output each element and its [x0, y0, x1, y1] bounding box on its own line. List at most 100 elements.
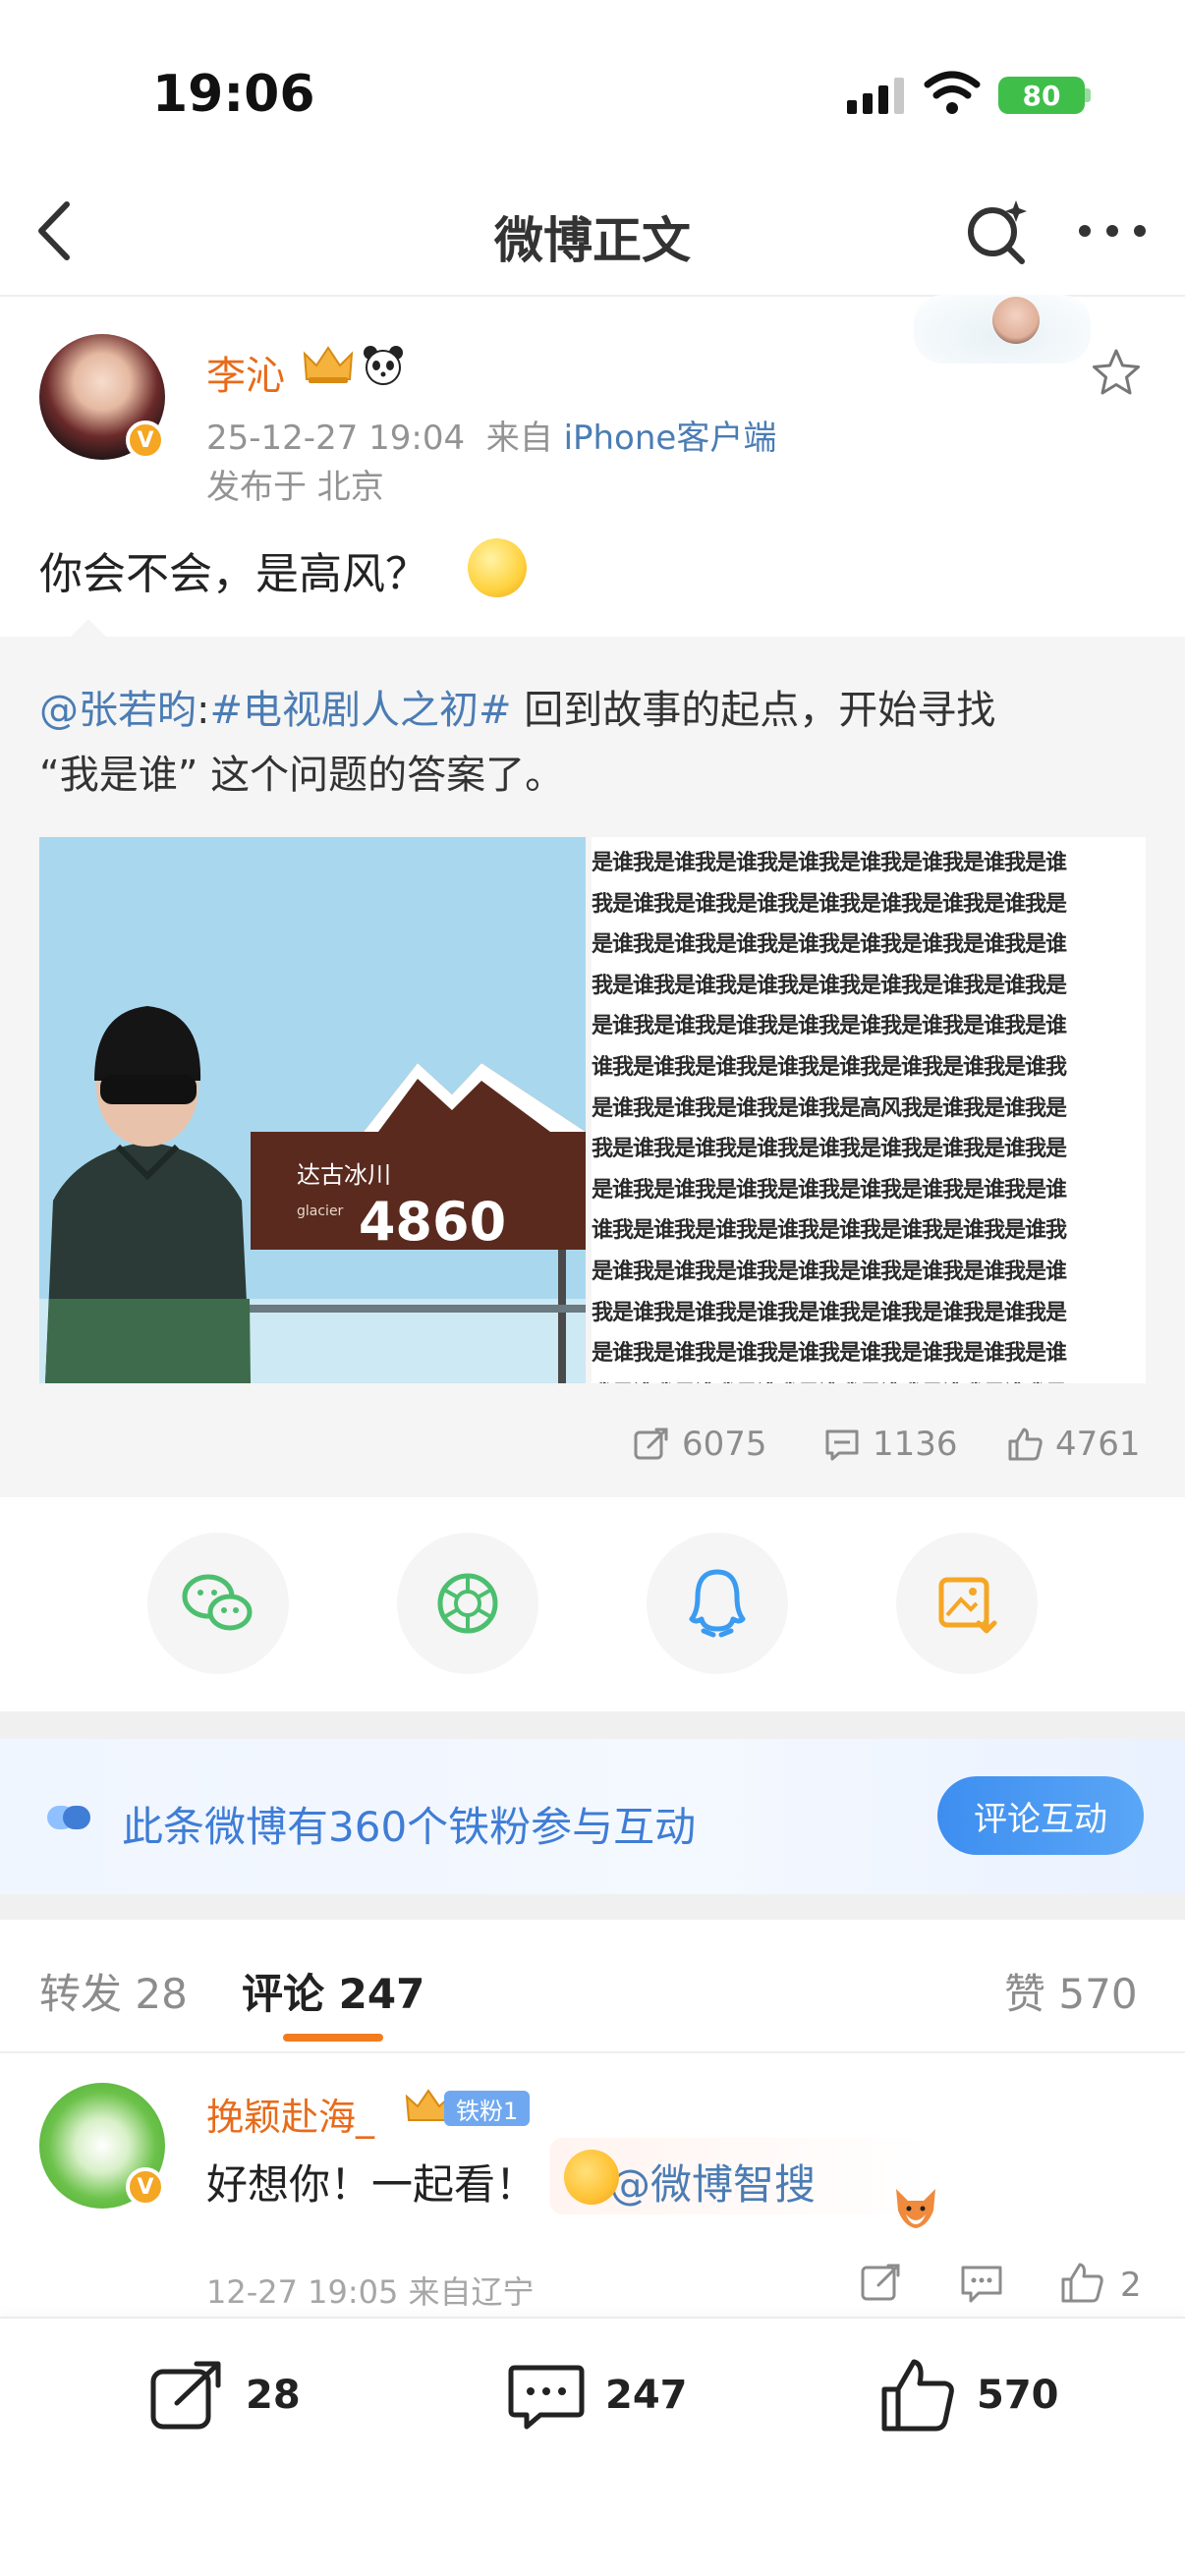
fans-banner-text: 此条微博有360个铁粉参与互动	[122, 1803, 697, 1851]
who-am-i-line: 是谁我是谁我是谁我是谁我是谁我是谁我是谁我是谁	[592, 1259, 1067, 1284]
sign-number: 4860	[359, 1191, 506, 1253]
comment-icon	[825, 1429, 859, 1461]
header-decoration-figure	[992, 297, 1040, 344]
who-am-i-line: 我是谁我是谁我是谁我是谁我是谁我是谁我是谁我是	[592, 1137, 1067, 1162]
bottom-comment-count: 247	[605, 2373, 688, 2418]
post-time: 25-12-27 19:04	[206, 419, 466, 458]
comment-body: 好想你！一起看！	[206, 2160, 537, 2209]
comment-reply-icon[interactable]	[959, 2260, 1004, 2305]
post-location: 发布于 北京	[206, 468, 384, 507]
bottom-like-button[interactable]: 570	[878, 2356, 1059, 2435]
signal-icon	[847, 78, 904, 114]
share-moments-button[interactable]	[397, 1533, 538, 1674]
post-source-prefix: 来自	[485, 419, 553, 458]
retweet-comment-count[interactable]: 1136	[823, 1425, 958, 1464]
save-image-button[interactable]	[896, 1533, 1038, 1674]
bottom-repost-button[interactable]: 28	[147, 2356, 301, 2435]
retweet-photo-1[interactable]: 达古冰川 glacier 4860	[39, 837, 586, 1383]
bottom-repost-count: 28	[246, 2373, 301, 2418]
retweet-topic[interactable]: #电视剧人之初#	[209, 688, 511, 733]
repost-icon	[634, 1428, 668, 1460]
post-source-link[interactable]: iPhone客户端	[564, 419, 777, 458]
bottom-comment-button[interactable]: 247	[507, 2356, 688, 2435]
post-meta: 25-12-27 19:04 来自 iPhone客户端	[206, 411, 776, 459]
crown-icon	[303, 346, 354, 383]
tab-comment-label: 评论	[242, 1970, 325, 2018]
who-am-i-line: 我是谁我是谁我是谁我是谁我是谁我是谁我是谁我是	[592, 891, 1067, 917]
comment-meta: 12-27 19:05 来自辽宁	[206, 2273, 535, 2311]
share-wechat-button[interactable]	[147, 1533, 289, 1674]
active-tab-indicator	[283, 2034, 383, 2042]
who-am-i-line: 我是谁我是谁我是谁我是谁我是谁我是谁我是谁我是	[592, 973, 1067, 998]
retweet-repost-count[interactable]: 6075	[633, 1425, 767, 1464]
bottom-comment-icon	[508, 2365, 585, 2430]
battery-tip	[1085, 88, 1091, 102]
comment-text: 好想你！一起看！ @微博智搜	[206, 2152, 816, 2212]
qq-icon	[689, 1569, 746, 1638]
bottom-like-icon	[881, 2359, 954, 2432]
who-am-i-line: 是谁我是谁我是谁我是谁我是谁我是谁我是谁我是谁	[592, 1341, 1067, 1367]
commenter-verified-badge-icon: V	[126, 2167, 165, 2207]
retweet-like-count[interactable]: 4761	[1006, 1425, 1141, 1464]
who-am-i-line: 谁我是谁我是谁我是谁我是谁我是谁我是谁我是谁我	[592, 1054, 1067, 1080]
who-am-i-line: 是谁我是谁我是谁我是谁我是谁我是谁我是谁我是谁	[592, 932, 1067, 958]
commenter-name[interactable]: 挽颖赴海_	[206, 2087, 374, 2141]
section-separator-2	[0, 1894, 1185, 1920]
retweet-comment-number: 1136	[873, 1425, 958, 1464]
comment-like-count: 2	[1120, 2266, 1142, 2305]
tab-comment[interactable]: 评论 247	[242, 1961, 424, 2021]
battery-indicator: 80	[998, 77, 1085, 114]
tab-like-count: 570	[1058, 1970, 1138, 2018]
favorite-star-icon[interactable]	[1089, 346, 1144, 401]
comment-repost-icon[interactable]	[859, 2260, 904, 2305]
emoji-icon	[564, 2150, 619, 2205]
who-am-i-line: 是谁我是谁我是谁我是谁我是谁我是谁我是谁我是谁	[592, 1177, 1067, 1203]
who-am-i-line: 是谁我是谁我是谁我是谁我是高风我是谁我是谁我是	[592, 1095, 1067, 1121]
tabs-divider	[0, 2051, 1185, 2053]
retweet-text-line1: @张若昀:#电视剧人之初# 回到故事的起点，开始寻找	[39, 678, 995, 735]
panda-icon	[364, 346, 403, 385]
tab-comment-count: 247	[338, 1970, 425, 2018]
verified-badge-icon: V	[126, 420, 165, 460]
status-time: 19:06	[152, 65, 315, 124]
tab-repost-count: 28	[135, 1970, 188, 2018]
who-am-i-line: 是谁我是谁我是谁我是谁我是谁我是谁我是谁我是谁	[592, 1014, 1067, 1039]
fan-level-badge: 铁粉1	[444, 2091, 531, 2126]
bottom-like-count: 570	[977, 2373, 1059, 2418]
share-qq-button[interactable]	[647, 1533, 788, 1674]
bottom-repost-icon	[150, 2361, 221, 2430]
tab-like-label: 赞	[1004, 1970, 1046, 2018]
comment-like-icon[interactable]	[1059, 2260, 1104, 2305]
sign-text: 达古冰川	[297, 1161, 391, 1189]
retweet-mention[interactable]: @张若昀	[39, 688, 197, 733]
wifi-icon	[924, 71, 981, 114]
retweet-text-a: 回到故事的起点，开始寻找	[511, 688, 996, 733]
post-text: 你会不会，是高风？	[39, 549, 428, 599]
comment-mention[interactable]: @微博智搜	[609, 2160, 816, 2209]
like-icon	[1008, 1428, 1043, 1461]
more-icon[interactable]	[1073, 201, 1152, 260]
retweet-notch	[69, 619, 108, 639]
save-image-icon	[938, 1577, 997, 1634]
section-separator	[0, 1711, 1185, 1739]
wechat-icon	[182, 1574, 253, 1631]
comment-interact-button[interactable]: 评论互动	[937, 1776, 1144, 1855]
thinking-emoji-icon	[468, 538, 527, 597]
retweet-like-number: 4761	[1055, 1425, 1141, 1464]
retweet-text-line2: “我是谁” 这个问题的答案了。	[39, 753, 565, 798]
who-am-i-text-wall: 是谁我是谁我是谁我是谁我是谁我是谁我是谁我是谁 我是谁我是谁我是谁我是谁我是谁我是…	[592, 843, 1146, 1383]
glacier-photo: 达古冰川 glacier 4860	[39, 837, 586, 1383]
ai-search-icon[interactable]	[963, 196, 1032, 265]
tab-like[interactable]: 赞 570	[1004, 1961, 1138, 2021]
tab-repost-label: 转发	[39, 1970, 123, 2018]
author-name[interactable]: 李沁	[206, 344, 285, 401]
fans-interaction-icon	[47, 1806, 90, 1829]
retweet-repost-number: 6075	[682, 1425, 767, 1464]
who-am-i-line: 谁我是谁我是谁我是谁我是谁我是谁我是谁我是谁我	[592, 1218, 1067, 1244]
retweet-photo-2[interactable]: 是谁我是谁我是谁我是谁我是谁我是谁我是谁我是谁 我是谁我是谁我是谁我是谁我是谁我是…	[592, 837, 1146, 1383]
who-am-i-line: 是谁我是谁我是谁我是谁我是谁我是谁我是谁我是谁	[592, 851, 1067, 875]
sign-english: glacier	[297, 1204, 344, 1219]
fox-icon	[896, 2189, 935, 2228]
who-am-i-line: 我是谁我是谁我是谁我是谁我是谁我是谁我是谁我是	[592, 1300, 1067, 1325]
tab-repost[interactable]: 转发 28	[39, 1961, 188, 2021]
